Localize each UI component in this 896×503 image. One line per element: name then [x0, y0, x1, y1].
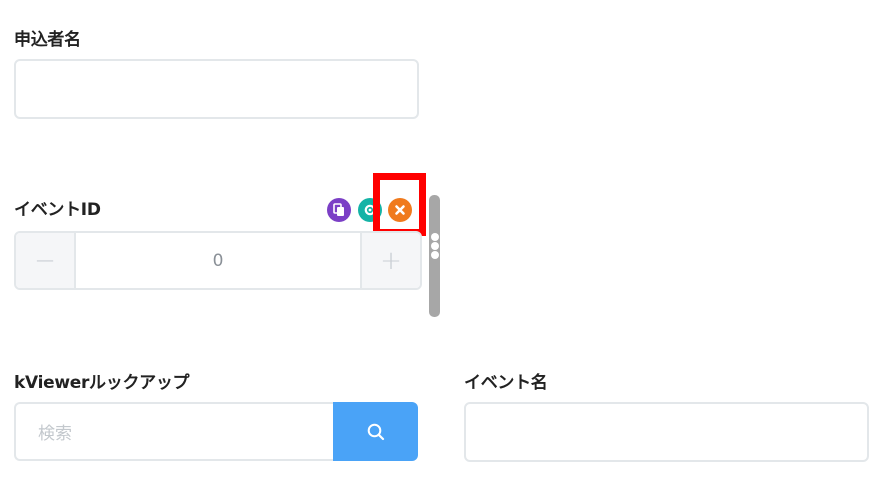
copy-icon[interactable]	[327, 198, 351, 222]
applicant-name-field[interactable]	[14, 59, 419, 119]
event-id-value[interactable]: 0	[76, 233, 360, 288]
applicant-name-label: 申込者名	[14, 30, 81, 50]
lookup-search-button[interactable]	[333, 402, 418, 461]
kviewer-lookup-label: kViewerルックアップ	[14, 373, 190, 393]
drag-handle-icon[interactable]	[431, 233, 439, 259]
copy-glyph	[333, 203, 344, 216]
event-id-stepper[interactable]: − 0 +	[14, 231, 422, 290]
event-name-field[interactable]	[464, 402, 869, 462]
highlight-box	[373, 173, 426, 236]
drag-dot	[431, 242, 439, 250]
lookup-search-input[interactable]: 検索	[14, 402, 333, 461]
event-id-label: イベントID	[14, 200, 101, 220]
drag-dot	[431, 233, 439, 241]
drag-dot	[431, 251, 439, 259]
search-icon	[367, 423, 384, 440]
increment-button[interactable]: +	[360, 233, 420, 288]
decrement-button[interactable]: −	[16, 233, 76, 288]
event-name-label: イベント名	[464, 373, 548, 393]
